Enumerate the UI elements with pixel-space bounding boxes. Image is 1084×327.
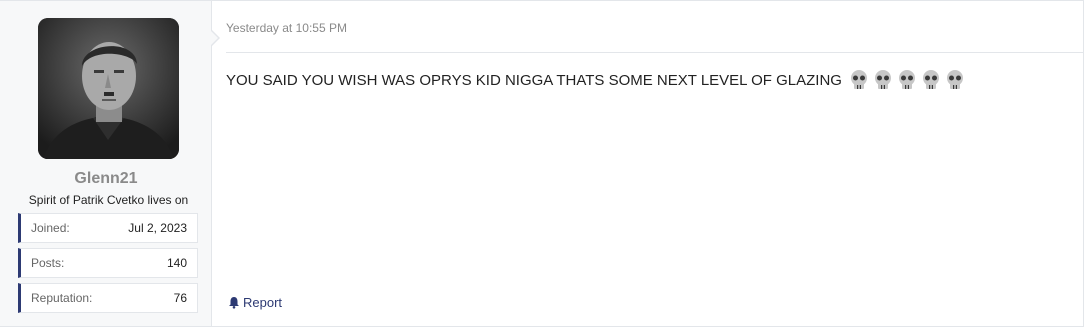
skull-emoji (874, 70, 891, 89)
stat-label: Joined: (31, 221, 70, 235)
stat-value: Jul 2, 2023 (128, 221, 187, 235)
divider (226, 52, 1083, 53)
post-content: Yesterday at 10:55 PM YOU SAID YOU WISH … (212, 1, 1083, 326)
stat-value: 76 (173, 291, 187, 305)
stat-reputation: Reputation: 76 (18, 283, 198, 313)
stat-label: Reputation: (31, 291, 93, 305)
user-title: Spirit of Patrik Cvetko lives on (28, 193, 189, 207)
forum-post: Glenn21 Spirit of Patrik Cvetko lives on… (0, 0, 1084, 327)
username[interactable]: Glenn21 (0, 170, 212, 188)
user-info-panel: Glenn21 Spirit of Patrik Cvetko lives on… (0, 1, 212, 326)
message-text: YOU SAID YOU WISH WAS OPRYS KID NIGGA TH… (226, 71, 842, 89)
skull-emoji (946, 70, 963, 89)
stat-label: Posts: (31, 256, 65, 270)
skull-emoji (922, 70, 939, 89)
stat-joined: Joined: Jul 2, 2023 (18, 213, 198, 243)
report-link[interactable]: Report (228, 295, 282, 310)
post-message: YOU SAID YOU WISH WAS OPRYS KID NIGGA TH… (226, 69, 966, 91)
stat-posts: Posts: 140 (18, 248, 198, 278)
bell-icon (229, 297, 239, 309)
emoji-group (848, 69, 966, 91)
avatar[interactable] (38, 18, 179, 159)
post-timestamp[interactable]: Yesterday at 10:55 PM (226, 21, 347, 35)
report-label[interactable]: Report (243, 295, 282, 310)
skull-emoji (898, 70, 915, 89)
stat-value: 140 (166, 256, 187, 270)
skull-emoji (850, 70, 867, 89)
